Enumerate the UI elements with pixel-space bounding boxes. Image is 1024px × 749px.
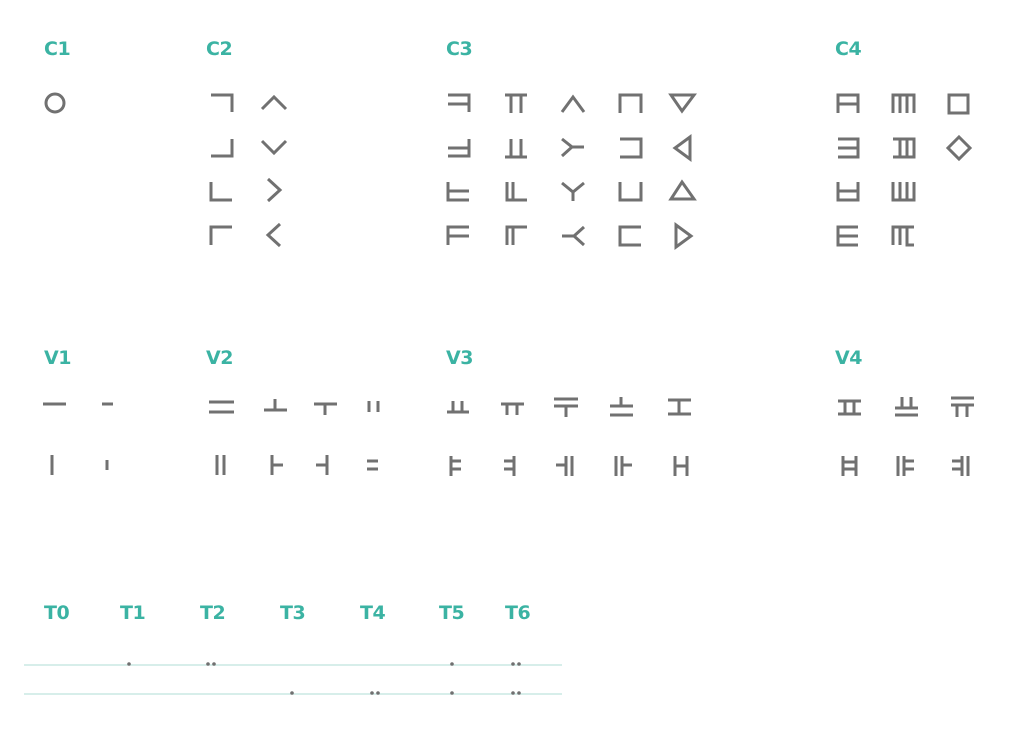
tone-dot-t1-upper <box>127 662 131 666</box>
glyph-c4-b3 <box>891 182 916 202</box>
glyph-c3-a2 <box>448 139 471 158</box>
glyph-c3-a3 <box>446 182 469 202</box>
tone-dot-t6-lower-a <box>511 691 515 695</box>
glyph-v2-c1 <box>314 402 337 415</box>
glyph-c3-e3 <box>668 179 697 201</box>
glyph-v3-d1 <box>610 397 633 417</box>
glyph-v3-a2 <box>449 456 461 476</box>
tone-dot-t6-upper-a <box>511 662 515 666</box>
glyph-v2-d2 <box>367 459 378 471</box>
glyph-c3-b3 <box>505 182 527 202</box>
glyph-v3-e1 <box>668 398 691 416</box>
tone-dots <box>127 662 521 695</box>
glyph-chart <box>24 92 974 695</box>
glyph-c4-a3 <box>836 182 860 202</box>
glyph-corner-tr <box>211 93 234 112</box>
glyph-c3-b2 <box>505 139 527 159</box>
glyph-c3-e2 <box>672 134 692 162</box>
tone-dot-t6-upper-b <box>517 662 521 666</box>
tone-dot-t5-upper <box>450 662 454 666</box>
glyph-c4-a2 <box>838 137 860 159</box>
glyph-v2-b1 <box>264 399 287 412</box>
glyph-v3-c2 <box>556 456 574 476</box>
glyph-c3-d3 <box>618 182 643 202</box>
glyph-square <box>947 93 970 115</box>
tone-dot-t6-lower-b <box>517 691 521 695</box>
glyph-c3-a4 <box>446 225 469 245</box>
glyph-c3-b1 <box>505 93 527 113</box>
glyph-chevron-up <box>260 94 288 111</box>
glyph-v3-b1 <box>501 402 524 415</box>
tone-dot-t3-lower <box>290 691 294 695</box>
glyph-c3-d2 <box>620 137 643 159</box>
glyph-corner-br <box>211 139 234 158</box>
glyph-c3-e1 <box>668 93 697 114</box>
glyph-chevron-left <box>265 222 282 248</box>
glyph-v3-c1 <box>554 397 578 417</box>
glyph-v4-a1 <box>838 399 861 416</box>
glyph-v2-d1 <box>367 401 380 412</box>
glyph-v4-b2 <box>896 456 914 476</box>
glyph-c3-a1 <box>448 93 471 112</box>
glyph-diamond <box>945 134 973 162</box>
glyph-c4-b2 <box>893 137 916 159</box>
glyph-v2-a1 <box>209 400 234 414</box>
glyph-c3-d4 <box>618 225 641 247</box>
tone-dot-t4-lower-b <box>376 691 380 695</box>
glyph-v4-a2 <box>841 456 858 476</box>
glyph-v2-a2 <box>215 455 226 475</box>
glyph-v4-c2 <box>952 456 970 476</box>
glyph-c4-b1 <box>891 93 916 113</box>
tone-dot-t2-upper-a <box>206 662 210 666</box>
glyph-c4-a1 <box>836 93 860 113</box>
glyph-c3-e4 <box>674 222 694 250</box>
glyph-c4-a4 <box>836 225 858 247</box>
glyph-v3-a1 <box>447 401 469 414</box>
glyph-c3-b4 <box>505 225 527 245</box>
tone-dot-t4-lower-a <box>370 691 374 695</box>
glyph-c3-c2 <box>560 137 584 158</box>
glyph-v3-b2 <box>504 456 516 476</box>
glyph-corner-bl <box>209 182 232 202</box>
glyph-v2-c2 <box>316 455 329 475</box>
glyph-corner-tl <box>209 225 232 245</box>
glyph-v4-c1 <box>951 396 974 417</box>
tone-dot-t2-upper-b <box>212 662 216 666</box>
glyph-v4-b1 <box>895 397 918 417</box>
glyph-c3-d1 <box>618 93 643 113</box>
glyph-c4-b4 <box>891 225 914 247</box>
glyph-v3-d2 <box>614 456 632 476</box>
glyph-c3-c3 <box>561 181 585 201</box>
glyph-v2-b2 <box>270 455 283 475</box>
glyph-chevron-right <box>266 177 283 203</box>
tone-dot-t5-lower <box>450 691 454 695</box>
glyph-circle <box>44 92 66 114</box>
glyph-v3-e2 <box>673 456 689 476</box>
glyph-chevron-down <box>260 139 288 156</box>
glyph-c3-c1 <box>560 94 586 113</box>
glyph-c3-c4 <box>562 225 586 247</box>
